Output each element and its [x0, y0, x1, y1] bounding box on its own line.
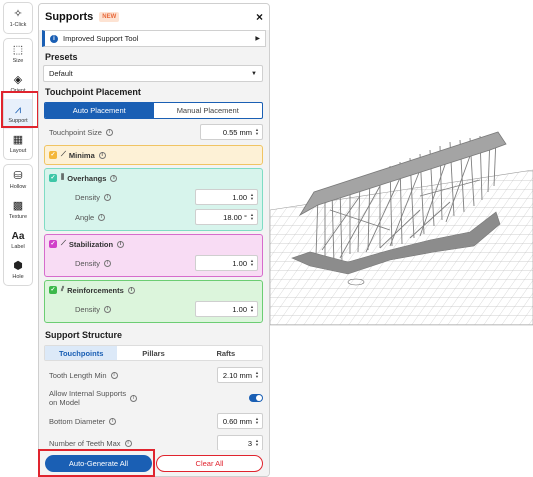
reinforcements-icon: ⫽	[61, 286, 65, 293]
label-icon: Aa	[11, 230, 25, 242]
overhangs-density-row: Density i 1.00 ▲ ▼	[45, 187, 262, 207]
3d-viewport[interactable]	[269, 0, 533, 477]
help-icon[interactable]: i	[124, 439, 132, 447]
toolbar-item-texture[interactable]: ▩ Texture	[4, 195, 32, 225]
supports-panel: Supports NEW × i Improved Support Tool ▶…	[38, 3, 270, 477]
allow-internal-toggle[interactable]	[249, 394, 263, 402]
new-badge: NEW	[99, 12, 120, 22]
panel-title: Supports	[45, 11, 94, 23]
stepper-icon[interactable]: ▲ ▼	[250, 193, 254, 201]
reinforcements-card: ✓ ⫽ Reinforcements i Density i 1.00 ▲ ▼	[44, 280, 263, 323]
overhangs-density-input[interactable]: 1.00 ▲ ▼	[195, 189, 258, 205]
stabilization-icon: ⟋	[61, 240, 66, 247]
help-icon[interactable]: i	[127, 286, 135, 294]
overhangs-icon: ⫼	[61, 174, 65, 181]
stabilization-header: ✓ ⟋ Stabilization i	[45, 235, 262, 253]
reinforcements-density-input[interactable]: 1.00 ▲ ▼	[195, 301, 258, 317]
stepper-icon[interactable]: ▲ ▼	[250, 305, 254, 313]
help-icon[interactable]: i	[109, 417, 117, 425]
improved-tool-banner[interactable]: i Improved Support Tool ▶	[42, 30, 266, 47]
hollow-icon: ⛁	[13, 169, 23, 182]
touchpoint-size-row: Touchpoint Size i 0.55 mm ▲ ▼	[39, 122, 269, 142]
reinforcements-checkbox[interactable]: ✓	[49, 286, 57, 294]
stepper-icon[interactable]: ▲ ▼	[255, 417, 259, 425]
tooth-length-row: Tooth Length Min i 2.10 mm ▲ ▼	[39, 364, 269, 386]
help-icon[interactable]: i	[110, 174, 118, 182]
toolbar-item-hole[interactable]: ⬢ Hole	[4, 255, 32, 285]
layout-icon: ▦	[12, 133, 24, 146]
left-toolbar: ✧ 1-Click ⬚ Size ◈ Orient ⩘ Support ▦ La…	[3, 2, 33, 290]
help-icon[interactable]: i	[104, 193, 112, 201]
resize-icon: ⬚	[12, 43, 24, 56]
stepper-icon[interactable]: ▲ ▼	[250, 213, 254, 221]
orient-icon: ◈	[13, 73, 23, 86]
stepper-icon[interactable]: ▲ ▼	[255, 371, 259, 379]
presets-select[interactable]: Default ▼	[43, 65, 263, 82]
build-plate-scene	[269, 131, 533, 326]
help-icon[interactable]: i	[104, 305, 112, 313]
texture-icon: ▩	[12, 199, 24, 212]
toolbar-item-hollow[interactable]: ⛁ Hollow	[4, 165, 32, 195]
toolbar-item-1-click[interactable]: ✧ 1-Click	[4, 3, 32, 33]
chevron-down-icon: ▼	[251, 70, 257, 77]
stepper-icon[interactable]: ▲ ▼	[255, 128, 259, 136]
auto-placement-button[interactable]: Auto Placement	[45, 103, 154, 118]
clear-all-button[interactable]: Clear All	[156, 454, 263, 472]
structure-tabs: Touchpoints Pillars Rafts	[44, 345, 263, 361]
stabilization-density-row: Density i 1.00 ▲ ▼	[45, 253, 262, 273]
minima-icon: ⟋	[61, 151, 66, 158]
allow-internal-row: Allow Internal Supports on Model i	[39, 386, 269, 410]
overhangs-angle-row: Angle i 18.00 ° ▲ ▼	[45, 207, 262, 227]
minima-card: ✓ ⟋ Minima i	[44, 145, 263, 165]
overhangs-checkbox[interactable]: ✓	[49, 174, 57, 182]
reinforcements-header: ✓ ⫽ Reinforcements i	[45, 281, 262, 299]
touchpoint-placement-title: Touchpoint Placement	[45, 87, 141, 97]
highlight-auto-generate	[38, 449, 155, 477]
help-icon[interactable]: i	[117, 240, 125, 248]
help-icon[interactable]: i	[110, 371, 118, 379]
help-icon[interactable]: i	[98, 213, 106, 221]
toolbar-group-top: ✧ 1-Click	[3, 2, 33, 34]
minima-checkbox[interactable]: ✓	[49, 151, 57, 159]
minima-header: ✓ ⟋ Minima i	[45, 146, 262, 164]
overhangs-header: ✓ ⫼ Overhangs i	[45, 169, 262, 187]
chevron-right-icon: ▶	[255, 36, 260, 42]
stabilization-density-input[interactable]: 1.00 ▲ ▼	[195, 255, 258, 271]
highlight-support-tool	[1, 91, 39, 128]
panel-header: Supports NEW ×	[39, 4, 269, 30]
stepper-icon[interactable]: ▲ ▼	[255, 439, 259, 447]
help-icon[interactable]: i	[105, 128, 113, 136]
bottom-diameter-row: Bottom Diameter i 0.60 mm ▲ ▼	[39, 410, 269, 432]
toolbar-item-size[interactable]: ⬚ Size	[4, 39, 32, 69]
toolbar-group-modify: ⛁ Hollow ▩ Texture Aa Label ⬢ Hole	[3, 164, 33, 286]
magic-wand-icon: ✧	[13, 7, 23, 20]
info-icon: i	[50, 34, 58, 43]
tab-rafts[interactable]: Rafts	[190, 346, 262, 360]
app-window: ✧ 1-Click ⬚ Size ◈ Orient ⩘ Support ▦ La…	[0, 0, 533, 477]
close-icon[interactable]: ×	[256, 10, 263, 24]
presets-title: Presets	[45, 52, 78, 62]
support-structure-title: Support Structure	[45, 330, 123, 340]
tooth-length-input[interactable]: 2.10 mm ▲ ▼	[217, 367, 263, 383]
toolbar-item-layout[interactable]: ▦ Layout	[4, 129, 32, 159]
stabilization-checkbox[interactable]: ✓	[49, 240, 57, 248]
stepper-icon[interactable]: ▲ ▼	[250, 259, 254, 267]
tab-pillars[interactable]: Pillars	[117, 346, 189, 360]
toolbar-item-label[interactable]: Aa Label	[4, 225, 32, 255]
tab-touchpoints[interactable]: Touchpoints	[45, 346, 118, 360]
touchpoint-size-input[interactable]: 0.55 mm ▲ ▼	[200, 124, 263, 140]
help-icon[interactable]: i	[130, 394, 138, 402]
bottom-diameter-input[interactable]: 0.60 mm ▲ ▼	[217, 413, 263, 429]
overhangs-card: ✓ ⫼ Overhangs i Density i 1.00 ▲ ▼ Angle …	[44, 168, 263, 231]
teeth-max-input[interactable]: 3 ▲ ▼	[217, 435, 263, 451]
manual-placement-button[interactable]: Manual Placement	[154, 103, 263, 118]
overhangs-angle-input[interactable]: 18.00 ° ▲ ▼	[195, 209, 258, 225]
reinforcements-density-row: Density i 1.00 ▲ ▼	[45, 299, 262, 319]
help-icon[interactable]: i	[104, 259, 112, 267]
stabilization-card: ✓ ⟋ Stabilization i Density i 1.00 ▲ ▼	[44, 234, 263, 277]
help-icon[interactable]: i	[98, 151, 106, 159]
hole-icon: ⬢	[13, 259, 23, 272]
placement-mode-toggle: Auto Placement Manual Placement	[44, 102, 263, 119]
